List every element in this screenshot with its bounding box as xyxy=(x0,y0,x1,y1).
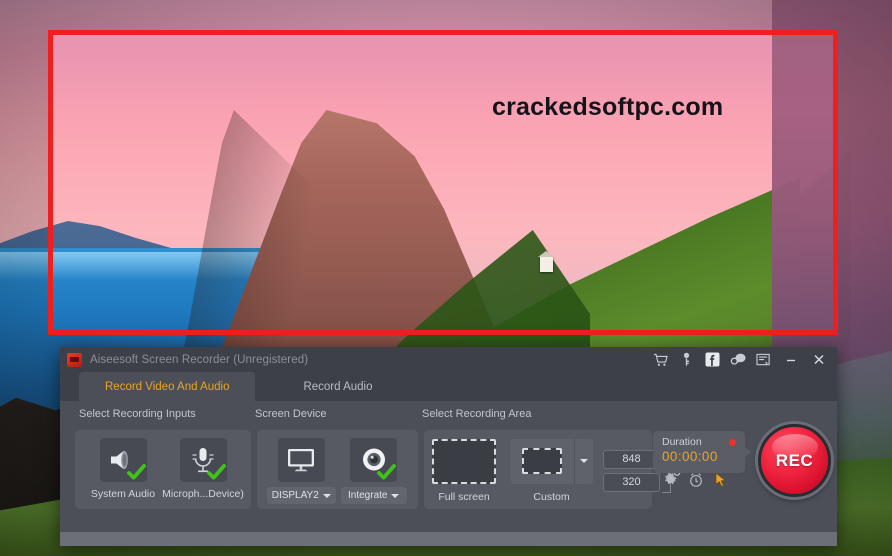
title-bar: Aiseesoft Screen Recorder (Unregistered) xyxy=(60,347,837,372)
menu-icon[interactable] xyxy=(751,349,777,371)
tab-record-video-and-audio[interactable]: Record Video And Audio xyxy=(79,372,256,401)
chevron-down-icon xyxy=(580,459,588,463)
microphone-tile xyxy=(179,438,227,482)
tab-bar: Record Video And Audio Record Audio xyxy=(60,372,837,401)
tab-label: Record Audio xyxy=(303,380,373,393)
webcam-device[interactable]: Integrate xyxy=(338,438,411,504)
recording-area-overlay[interactable] xyxy=(48,30,838,335)
duration-card: Duration 00:00:00 xyxy=(653,431,751,473)
system-audio-tile xyxy=(99,438,147,482)
section-label-recording-inputs: Select Recording Inputs xyxy=(79,408,196,420)
close-icon[interactable] xyxy=(805,349,833,371)
microphone-label: Microph...Device) xyxy=(162,488,244,500)
feedback-icon[interactable] xyxy=(725,349,751,371)
screen-device-panel: DISPLAY2 Integrate xyxy=(257,430,418,509)
cursor-arrow-icon[interactable] xyxy=(714,472,728,488)
section-label-screen-device: Screen Device xyxy=(255,408,327,420)
window-body: Select Recording Inputs Screen Device Se… xyxy=(60,401,837,532)
monitor-device[interactable]: DISPLAY2 xyxy=(265,438,338,504)
system-audio-toggle[interactable]: System Audio xyxy=(86,438,160,500)
capture-right-sky xyxy=(772,35,833,330)
system-audio-label: System Audio xyxy=(90,488,156,500)
microphone-toggle[interactable]: Microph...Device) xyxy=(162,438,244,500)
webcam-icon xyxy=(362,448,385,471)
webcam-dropdown-value: Integrate xyxy=(348,490,388,501)
width-input[interactable] xyxy=(603,449,660,469)
recording-area-panel: Full screen Custom xyxy=(424,430,681,509)
record-button-label: REC xyxy=(775,450,814,470)
chevron-down-icon xyxy=(391,493,400,498)
height-input[interactable] xyxy=(603,472,660,492)
duration-label: Duration xyxy=(662,436,702,448)
facebook-icon[interactable] xyxy=(699,349,725,371)
fullscreen-label: Full screen xyxy=(438,490,490,503)
desktop-background: crackedsoftpc.com Aiseesoft Screen Recor… xyxy=(0,0,892,556)
mini-toolbar xyxy=(662,472,728,488)
recording-inputs-panel: System Audio Microph...Device) xyxy=(75,430,251,509)
speaker-icon xyxy=(111,451,128,469)
webcam-dropdown[interactable]: Integrate xyxy=(340,487,407,504)
minimize-icon[interactable] xyxy=(777,349,805,371)
fullscreen-icon xyxy=(432,438,496,484)
watermark-text: crackedsoftpc.com xyxy=(492,93,724,121)
tab-label: Record Video And Audio xyxy=(105,380,230,393)
custom-area-control xyxy=(510,438,593,484)
monitor-tile xyxy=(277,438,325,482)
controls-row: System Audio Microph...Device) DISPLAY2 … xyxy=(60,424,837,509)
task-schedule-clock-icon[interactable] xyxy=(688,472,704,488)
record-controls: Duration 00:00:00 REC xyxy=(653,421,831,497)
record-button[interactable]: REC xyxy=(758,424,831,497)
duration-value: 00:00:00 xyxy=(662,449,718,464)
section-label-recording-area: Select Recording Area xyxy=(422,408,532,420)
custom-area-icon xyxy=(522,448,562,474)
webcam-tile xyxy=(350,438,398,482)
recording-indicator-dot xyxy=(729,439,736,446)
custom-area-dropdown[interactable] xyxy=(574,438,593,484)
capture-house xyxy=(538,251,554,272)
size-inputs xyxy=(603,449,660,492)
fullscreen-option[interactable]: Full screen xyxy=(432,438,496,503)
window-footer xyxy=(60,532,837,546)
microphone-icon xyxy=(192,448,214,473)
display-dropdown-value: DISPLAY2 xyxy=(271,490,319,501)
window-title: Aiseesoft Screen Recorder (Unregistered) xyxy=(90,353,309,366)
display-dropdown[interactable]: DISPLAY2 xyxy=(266,487,336,504)
settings-gear-icon[interactable] xyxy=(662,472,678,488)
custom-label: Custom xyxy=(533,490,570,503)
tab-record-audio[interactable]: Record Audio xyxy=(255,372,420,401)
monitor-icon xyxy=(288,449,315,472)
custom-option[interactable]: Custom xyxy=(510,438,593,503)
aiseesoft-logo-icon xyxy=(67,352,82,367)
chevron-down-icon xyxy=(322,493,331,498)
recording-area-preview xyxy=(53,35,833,330)
key-icon[interactable] xyxy=(673,349,699,371)
custom-area-button[interactable] xyxy=(510,438,574,484)
titlebar-buttons xyxy=(647,349,833,371)
application-window: Aiseesoft Screen Recorder (Unregistered) xyxy=(60,347,837,546)
cart-icon[interactable] xyxy=(647,349,673,371)
